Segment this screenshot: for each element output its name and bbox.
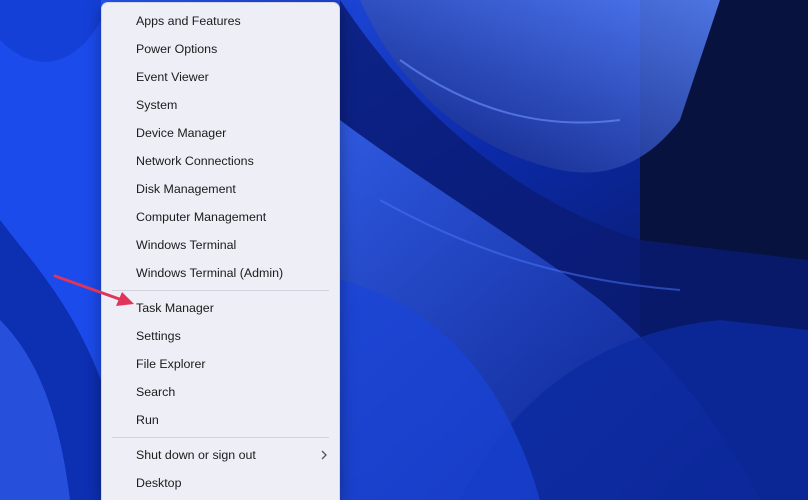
menu-item-label: Disk Management <box>136 182 236 196</box>
menu-item-file-explorer[interactable]: File Explorer <box>102 350 339 378</box>
menu-item-label: Task Manager <box>136 301 214 315</box>
menu-item-label: Settings <box>136 329 181 343</box>
menu-item-label: Network Connections <box>136 154 254 168</box>
menu-item-disk-management[interactable]: Disk Management <box>102 175 339 203</box>
menu-item-label: Desktop <box>136 476 182 490</box>
menu-item-settings[interactable]: Settings <box>102 322 339 350</box>
menu-item-search[interactable]: Search <box>102 378 339 406</box>
menu-item-label: Windows Terminal (Admin) <box>136 266 284 280</box>
menu-separator <box>112 290 329 291</box>
menu-item-shut-down-or-sign-out[interactable]: Shut down or sign out <box>102 441 339 469</box>
menu-item-label: Power Options <box>136 42 218 56</box>
menu-item-label: Search <box>136 385 176 399</box>
menu-item-task-manager[interactable]: Task Manager <box>102 294 339 322</box>
menu-item-run[interactable]: Run <box>102 406 339 434</box>
menu-item-device-manager[interactable]: Device Manager <box>102 119 339 147</box>
menu-item-apps-and-features[interactable]: Apps and Features <box>102 7 339 35</box>
menu-item-network-connections[interactable]: Network Connections <box>102 147 339 175</box>
chevron-right-icon <box>321 450 327 460</box>
menu-item-computer-management[interactable]: Computer Management <box>102 203 339 231</box>
menu-item-label: Device Manager <box>136 126 227 140</box>
menu-item-desktop[interactable]: Desktop <box>102 469 339 497</box>
winx-context-menu: Apps and Features Power Options Event Vi… <box>101 2 340 500</box>
menu-item-label: Windows Terminal <box>136 238 237 252</box>
menu-item-power-options[interactable]: Power Options <box>102 35 339 63</box>
menu-item-label: Shut down or sign out <box>136 448 256 462</box>
menu-item-label: Apps and Features <box>136 14 241 28</box>
menu-separator <box>112 437 329 438</box>
menu-item-windows-terminal-admin[interactable]: Windows Terminal (Admin) <box>102 259 339 287</box>
menu-item-label: System <box>136 98 178 112</box>
menu-item-label: Run <box>136 413 159 427</box>
menu-item-label: File Explorer <box>136 357 206 371</box>
menu-item-label: Computer Management <box>136 210 267 224</box>
menu-item-system[interactable]: System <box>102 91 339 119</box>
menu-item-label: Event Viewer <box>136 70 209 84</box>
menu-item-windows-terminal[interactable]: Windows Terminal <box>102 231 339 259</box>
menu-item-event-viewer[interactable]: Event Viewer <box>102 63 339 91</box>
